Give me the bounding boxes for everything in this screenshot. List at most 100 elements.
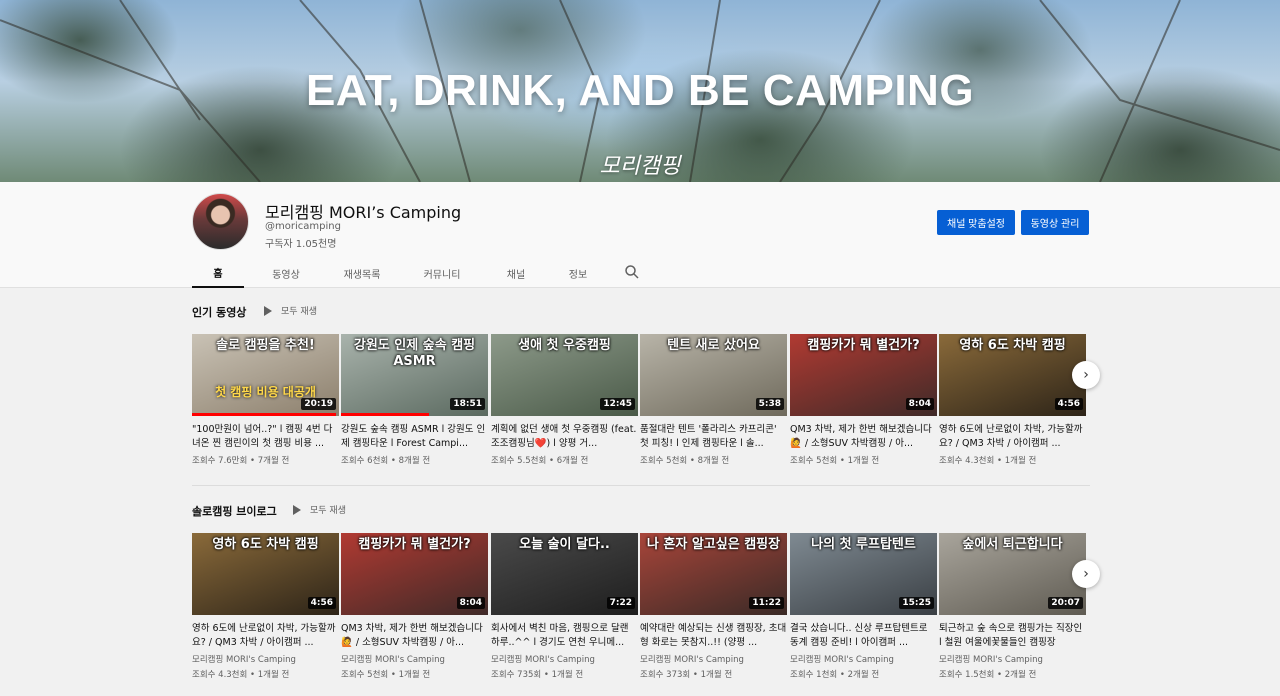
channel-banner: EAT, DRINK, AND BE CAMPING 모리캠핑 bbox=[0, 0, 1280, 182]
play-icon bbox=[293, 504, 301, 515]
video-channel-name[interactable]: 모리캠핑 MORI's Camping bbox=[939, 653, 1086, 665]
video-duration: 20:07 bbox=[1048, 597, 1083, 609]
watch-progress-bar bbox=[192, 413, 337, 416]
thumbnail-caption: 영하 6도 차박 캠핑 bbox=[959, 338, 1066, 353]
video-card[interactable]: 솔로 캠핑을 추천! 첫 캠핑 비용 대공개 20:19 "100만원이 넘어..?"… bbox=[192, 334, 339, 466]
tab-home[interactable]: 홈 bbox=[192, 258, 244, 288]
video-duration: 5:38 bbox=[755, 398, 784, 410]
tab-about[interactable]: 정보 bbox=[550, 258, 606, 288]
video-card[interactable]: 텐트 새로 샀어요 5:38 품절대란 텐트 '폴라리스 카프리콘' 첫 피칭! l… bbox=[640, 334, 787, 466]
video-thumbnail[interactable]: 강원도 인제 숲속 캠핑 ASMR 18:51 bbox=[341, 334, 488, 416]
video-card[interactable]: 나의 첫 루프탑텐트 15:25 결국 샀습니다.. 신상 루프탑텐트로 동계 캠핑… bbox=[790, 533, 937, 680]
video-thumbnail[interactable]: 오늘 술이 달다.. 7:22 bbox=[491, 533, 638, 615]
video-title[interactable]: 예약대란 예상되는 신생 캠핑장, 초대형 화로는 못참지..!! (양평 ..… bbox=[640, 622, 787, 650]
video-meta: 조회수 7.6만회 • 7개월 전 bbox=[192, 456, 290, 466]
channel-handle: @moricamping bbox=[265, 221, 341, 232]
video-meta: 조회수 735회 • 1개월 전 bbox=[491, 670, 584, 680]
play-icon bbox=[264, 305, 272, 316]
video-title[interactable]: 품절대란 텐트 '폴라리스 카프리콘' 첫 피칭! l 인제 캠핑타운 l 솔.… bbox=[640, 423, 787, 451]
channel-avatar[interactable] bbox=[192, 193, 249, 250]
search-icon[interactable] bbox=[624, 264, 640, 280]
thumbnail-caption: 나의 첫 루프탑텐트 bbox=[811, 537, 916, 552]
video-meta: 조회수 5천회 • 8개월 전 bbox=[640, 456, 730, 466]
video-thumbnail[interactable]: 나의 첫 루프탑텐트 15:25 bbox=[790, 533, 937, 615]
channel-name: 모리캠핑 MORI’s Camping bbox=[265, 203, 462, 222]
channel-tabs: 홈 동영상 재생목록 커뮤니티 채널 정보 bbox=[192, 258, 639, 288]
shelf-next-button[interactable]: › bbox=[1072, 361, 1100, 389]
video-title[interactable]: 결국 샀습니다.. 신상 루프탑텐트로 동계 캠핑 준비! l 아이캠퍼 ... bbox=[790, 622, 937, 650]
video-card[interactable]: 캠핑카가 뭐 별건가? 8:04 QM3 차박, 제가 한번 해보겠습니다🙋 / 소… bbox=[790, 334, 937, 466]
play-all-button[interactable]: 모두 재생 bbox=[264, 304, 317, 317]
video-meta: 조회수 6천회 • 8개월 전 bbox=[341, 456, 431, 466]
video-title[interactable]: 퇴근하고 숲 속으로 캠핑가는 직장인 l 철원 여울에꽃물들인 캠핑장 bbox=[939, 622, 1086, 650]
video-meta: 조회수 5천회 • 1개월 전 bbox=[341, 670, 431, 680]
video-thumbnail[interactable]: 영하 6도 차박 캠핑 4:56 bbox=[192, 533, 339, 615]
video-title[interactable]: 계획에 없던 생애 첫 우중캠핑 (feat. 조조캠핑님❤️) l 양평 거.… bbox=[491, 423, 638, 451]
video-channel-name[interactable]: 모리캠핑 MORI's Camping bbox=[341, 653, 488, 665]
video-thumbnail[interactable]: 솔로 캠핑을 추천! 첫 캠핑 비용 대공개 20:19 bbox=[192, 334, 339, 416]
video-thumbnail[interactable]: 영하 6도 차박 캠핑 4:56 bbox=[939, 334, 1086, 416]
video-thumbnail[interactable]: 생애 첫 우중캠핑 12:45 bbox=[491, 334, 638, 416]
video-title[interactable]: 영하 6도에 난로없이 차박, 가능할까요? / QM3 차박 / 아이캠퍼 .… bbox=[192, 622, 339, 650]
video-duration: 11:22 bbox=[749, 597, 784, 609]
video-channel-name[interactable]: 모리캠핑 MORI's Camping bbox=[640, 653, 787, 665]
thumbnail-caption: 텐트 새로 샀어요 bbox=[667, 338, 760, 353]
video-title[interactable]: 회사에서 벽친 마음, 캠핑으로 달랜 하루..^^ l 경기도 연천 우니메.… bbox=[491, 622, 638, 650]
video-card[interactable]: 숲에서 퇴근합니다 20:07 퇴근하고 숲 속으로 캠핑가는 직장인 l 철원 여… bbox=[939, 533, 1086, 680]
thumbnail-caption: 생애 첫 우중캠핑 bbox=[518, 338, 611, 353]
video-card[interactable]: 나 혼자 알고싶은 캠핑장 11:22 예약대란 예상되는 신생 캠핑장, 초대형 … bbox=[640, 533, 787, 680]
thumbnail-caption: 솔로 캠핑을 추천! bbox=[216, 338, 315, 353]
video-duration: 12:45 bbox=[600, 398, 635, 410]
video-card[interactable]: 강원도 인제 숲속 캠핑 ASMR 18:51 강원도 숲속 캠핑 ASMR l 강… bbox=[341, 334, 488, 466]
customize-channel-button[interactable]: 채널 맞춤설정 bbox=[937, 210, 1015, 235]
thumbnail-caption: 나 혼자 알고싶은 캠핑장 bbox=[646, 537, 781, 552]
video-duration: 8:04 bbox=[905, 398, 934, 410]
video-title[interactable]: QM3 차박, 제가 한번 해보겠습니다🙋 / 소형SUV 차박캠핑 / 아..… bbox=[341, 622, 488, 650]
video-duration: 8:04 bbox=[456, 597, 485, 609]
video-card[interactable]: 오늘 술이 달다.. 7:22 회사에서 벽친 마음, 캠핑으로 달랜 하루..^^… bbox=[491, 533, 638, 680]
video-card[interactable]: 영하 6도 차박 캠핑 4:56 영하 6도에 난로없이 차박, 가능할까요? / … bbox=[939, 334, 1086, 466]
video-thumbnail[interactable]: 캠핑카가 뭐 별건가? 8:04 bbox=[341, 533, 488, 615]
video-thumbnail[interactable]: 나 혼자 알고싶은 캠핑장 11:22 bbox=[640, 533, 787, 615]
video-title[interactable]: 강원도 숲속 캠핑 ASMR l 강원도 인제 캠핑타운 l Forest Ca… bbox=[341, 423, 488, 451]
tab-channels[interactable]: 채널 bbox=[488, 258, 544, 288]
banner-title: EAT, DRINK, AND BE CAMPING bbox=[305, 66, 975, 115]
tab-playlists[interactable]: 재생목록 bbox=[326, 258, 398, 288]
video-duration: 20:19 bbox=[301, 398, 336, 410]
video-title[interactable]: 영하 6도에 난로없이 차박, 가능할까요? / QM3 차박 / 아이캠퍼 .… bbox=[939, 423, 1086, 451]
video-card[interactable]: 영하 6도 차박 캠핑 4:56 영하 6도에 난로없이 차박, 가능할까요? / … bbox=[192, 533, 339, 680]
play-all-label: 모두 재생 bbox=[281, 307, 317, 317]
video-meta: 조회수 5.5천회 • 6개월 전 bbox=[491, 456, 589, 466]
video-card[interactable]: 캠핑카가 뭐 별건가? 8:04 QM3 차박, 제가 한번 해보겠습니다🙋 / 소… bbox=[341, 533, 488, 680]
video-meta: 조회수 4.3천회 • 1개월 전 bbox=[939, 456, 1037, 466]
thumbnail-caption: 캠핑카가 뭐 별건가? bbox=[807, 338, 920, 353]
video-card[interactable]: 생애 첫 우중캠핑 12:45 계획에 없던 생애 첫 우중캠핑 (feat. 조조… bbox=[491, 334, 638, 466]
subscriber-count: 구독자 1.05천명 bbox=[265, 239, 337, 250]
shelf-title-popular[interactable]: 인기 동영상 bbox=[192, 304, 246, 320]
video-title[interactable]: QM3 차박, 제가 한번 해보겠습니다🙋 / 소형SUV 차박캠핑 / 아..… bbox=[790, 423, 937, 451]
video-duration: 7:22 bbox=[606, 597, 635, 609]
video-channel-name[interactable]: 모리캠핑 MORI's Camping bbox=[491, 653, 638, 665]
video-meta: 조회수 5천회 • 1개월 전 bbox=[790, 456, 880, 466]
video-thumbnail[interactable]: 숲에서 퇴근합니다 20:07 bbox=[939, 533, 1086, 615]
chevron-right-icon: › bbox=[1083, 367, 1089, 383]
video-meta: 조회수 373회 • 1개월 전 bbox=[640, 670, 733, 680]
shelf-title-solo-camping[interactable]: 솔로캠핑 브이로그 bbox=[192, 503, 277, 519]
thumbnail-caption: 영하 6도 차박 캠핑 bbox=[212, 537, 319, 552]
shelf-next-button[interactable]: › bbox=[1072, 560, 1100, 588]
watch-progress-bar bbox=[341, 413, 430, 416]
video-title[interactable]: "100만원이 넘어..?" l 캠핑 4번 다녀온 찐 캠린이의 첫 캠핑 비… bbox=[192, 423, 339, 451]
video-thumbnail[interactable]: 텐트 새로 샀어요 5:38 bbox=[640, 334, 787, 416]
chevron-right-icon: › bbox=[1083, 566, 1089, 582]
video-channel-name[interactable]: 모리캠핑 MORI's Camping bbox=[192, 653, 339, 665]
video-channel-name[interactable]: 모리캠핑 MORI's Camping bbox=[790, 653, 937, 665]
video-meta: 조회수 1천회 • 2개월 전 bbox=[790, 670, 880, 680]
tab-videos[interactable]: 동영상 bbox=[250, 258, 322, 288]
thumbnail-caption: 캠핑카가 뭐 별건가? bbox=[358, 537, 471, 552]
video-thumbnail[interactable]: 캠핑카가 뭐 별건가? 8:04 bbox=[790, 334, 937, 416]
manage-videos-button[interactable]: 동영상 관리 bbox=[1021, 210, 1089, 235]
play-all-button[interactable]: 모두 재생 bbox=[293, 503, 346, 516]
channel-header: 모리캠핑 MORI’s Camping @moricamping 구독자 1.0… bbox=[0, 182, 1280, 288]
tab-community[interactable]: 커뮤니티 bbox=[402, 258, 482, 288]
video-duration: 15:25 bbox=[899, 597, 934, 609]
